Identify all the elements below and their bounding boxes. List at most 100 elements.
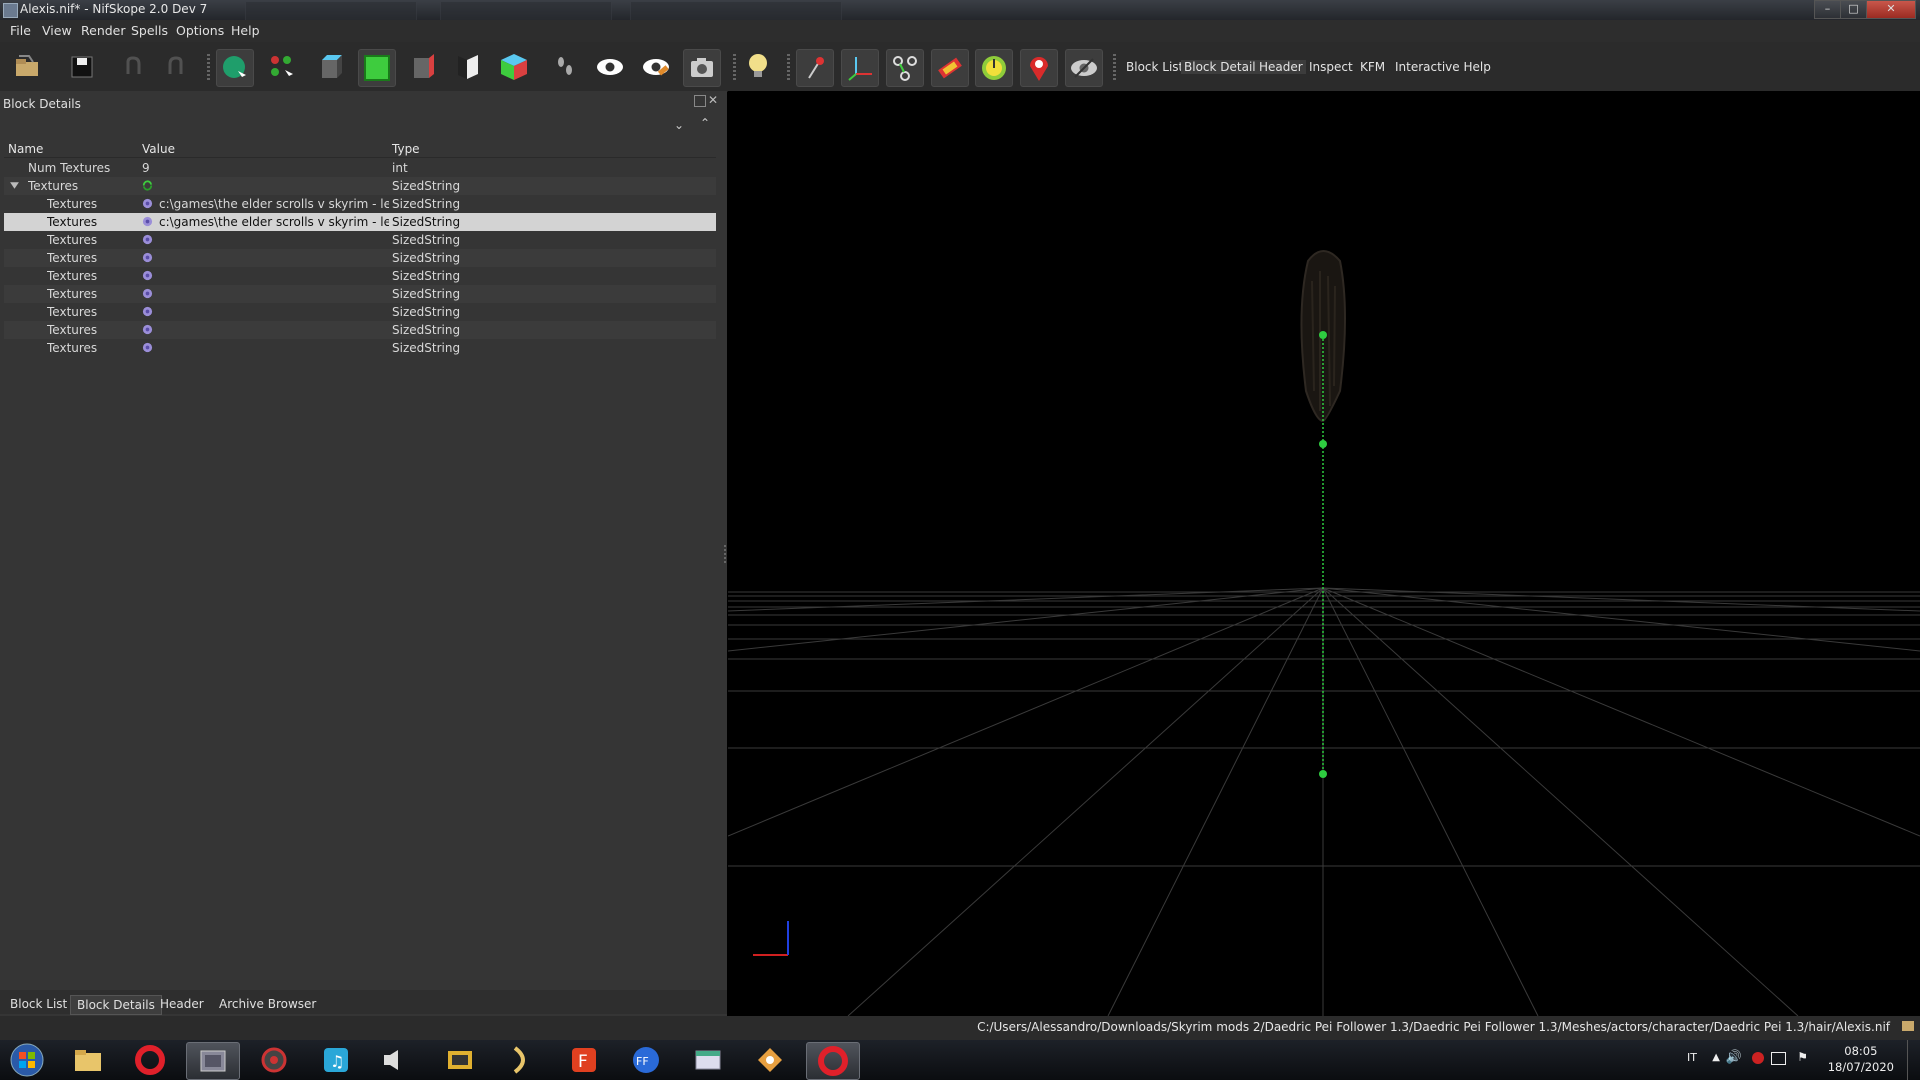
row-name: Textures — [47, 251, 98, 265]
redo-icon[interactable] — [158, 49, 194, 85]
dock-tab-kfm[interactable]: KFM — [1360, 60, 1385, 74]
language-indicator[interactable]: IT — [1687, 1051, 1697, 1064]
system-clock[interactable]: 08:05 18/07/2020 — [1828, 1043, 1894, 1075]
menu-render[interactable]: Render — [81, 23, 126, 38]
open-file-icon[interactable] — [10, 49, 46, 85]
dock-tab-interactive-help[interactable]: Interactive Help — [1395, 60, 1491, 74]
opera-icon[interactable] — [124, 1042, 176, 1078]
window-app-icon[interactable] — [682, 1042, 734, 1078]
background-tab — [630, 1, 842, 20]
row-name: Textures — [47, 197, 98, 211]
row-type: SizedString — [392, 287, 461, 301]
dock-tab-block-list[interactable]: Block List — [1126, 60, 1183, 74]
media-app-icon[interactable] — [434, 1042, 486, 1078]
nifskope-task-icon[interactable] — [186, 1042, 240, 1080]
texture-icon — [142, 234, 153, 245]
show-hidden-icons-icon[interactable]: ▲ — [1712, 1052, 1720, 1063]
close-button[interactable]: ✕ — [1866, 0, 1916, 19]
dock-tab-inspect[interactable]: Inspect — [1309, 60, 1353, 74]
show-nodes-icon[interactable] — [796, 49, 834, 87]
dock-tab-header[interactable]: Header — [1256, 60, 1306, 74]
tab-header[interactable]: Header — [154, 995, 210, 1013]
expand-arrow-icon[interactable] — [9, 180, 20, 191]
music-app-icon[interactable]: ♫ — [310, 1042, 362, 1078]
column-header-name[interactable]: Name — [8, 142, 43, 156]
render-viewport[interactable] — [727, 91, 1920, 1017]
screenshot-icon[interactable] — [683, 49, 721, 87]
column-header-value[interactable]: Value — [142, 142, 175, 156]
tools-app-icon[interactable] — [744, 1042, 796, 1078]
row-type: SizedString — [392, 233, 461, 247]
chevron-up-icon[interactable]: ⌃ — [700, 116, 710, 130]
chevron-down-icon[interactable]: ⌄ — [674, 118, 684, 132]
ffdec-icon[interactable]: FF — [620, 1042, 672, 1078]
lighting-icon[interactable] — [740, 49, 776, 85]
select-object-icon[interactable] — [216, 49, 254, 87]
view-user-icon[interactable] — [496, 49, 532, 85]
save-icon[interactable] — [64, 49, 100, 85]
row-name: Textures — [47, 233, 98, 247]
table-row[interactable]: Textures SizedString — [4, 249, 716, 267]
row-type: SizedString — [392, 323, 461, 337]
dock-tab-block-details[interactable]: Block Details — [1181, 60, 1265, 74]
menu-file[interactable]: File — [10, 23, 31, 38]
splitter-handle[interactable] — [724, 545, 726, 565]
row-name: Textures — [47, 287, 98, 301]
show-havok-icon[interactable] — [931, 49, 969, 87]
table-row[interactable]: Textures c:\games\the elder scrolls v sk… — [4, 195, 716, 213]
show-furniture-icon[interactable] — [975, 49, 1013, 87]
table-row-selected[interactable]: Textures c:\games\the elder scrolls v sk… — [4, 213, 716, 231]
table-row[interactable]: Textures SizedString — [4, 339, 716, 357]
menu-bar: File View Render Spells Options Help — [0, 20, 1920, 42]
volume-icon[interactable]: 🔊 — [1726, 1050, 1742, 1065]
tab-block-details[interactable]: Block Details — [70, 995, 162, 1015]
audio-app-icon[interactable] — [366, 1042, 418, 1078]
row-type: int — [392, 161, 408, 175]
tab-archive-browser[interactable]: Archive Browser — [213, 995, 322, 1013]
float-panel-icon[interactable] — [694, 95, 706, 107]
antivirus-icon[interactable] — [1752, 1052, 1764, 1064]
maximize-button[interactable]: □ — [1840, 0, 1867, 19]
menu-help[interactable]: Help — [231, 23, 260, 38]
hide-geometry-icon[interactable] — [1065, 49, 1103, 87]
minimize-button[interactable]: – — [1814, 0, 1841, 19]
table-row[interactable]: Textures SizedString — [4, 231, 716, 249]
file-explorer-icon[interactable] — [62, 1042, 114, 1078]
menu-spells[interactable]: Spells — [131, 23, 168, 38]
table-row[interactable]: Textures SizedString — [4, 267, 716, 285]
menu-view[interactable]: View — [42, 23, 72, 38]
svg-text:FF: FF — [636, 1055, 649, 1068]
show-hidden-icon[interactable] — [592, 49, 628, 85]
walk-mode-icon[interactable] — [547, 49, 583, 85]
show-markers-icon[interactable] — [638, 49, 674, 85]
menu-options[interactable]: Options — [176, 23, 224, 38]
start-button[interactable] — [4, 1041, 50, 1079]
view-walk-icon[interactable] — [450, 49, 486, 85]
select-vertex-icon[interactable] — [264, 49, 300, 85]
column-header-type[interactable]: Type — [392, 142, 420, 156]
undo-icon[interactable] — [115, 49, 151, 85]
tab-block-list[interactable]: Block List — [4, 995, 73, 1013]
show-axes-icon[interactable] — [841, 49, 879, 87]
row-type: SizedString — [392, 305, 461, 319]
view-side-icon[interactable] — [406, 49, 442, 85]
show-desktop-button[interactable] — [1907, 1040, 1920, 1080]
show-constraints-icon[interactable] — [886, 49, 924, 87]
show-markers-pin-icon[interactable] — [1020, 49, 1058, 87]
table-row[interactable]: Textures SizedString — [4, 177, 716, 195]
view-top-icon[interactable] — [314, 49, 350, 85]
opera-task-icon[interactable] — [806, 1042, 860, 1080]
game-app-icon[interactable] — [248, 1042, 300, 1078]
toolbar-grip — [1113, 54, 1116, 82]
action-center-icon[interactable]: ⚑ — [1797, 1050, 1808, 1064]
close-panel-icon[interactable]: ✕ — [708, 93, 718, 107]
table-row[interactable]: Num Textures 9 int — [4, 159, 716, 177]
clock-date: 18/07/2020 — [1827, 1060, 1894, 1074]
table-row[interactable]: Textures SizedString — [4, 321, 716, 339]
editor-app-icon[interactable] — [496, 1042, 548, 1078]
table-row[interactable]: Textures SizedString — [4, 303, 716, 321]
table-row[interactable]: Textures SizedString — [4, 285, 716, 303]
foxit-icon[interactable]: F — [558, 1042, 610, 1078]
view-front-icon[interactable] — [358, 49, 396, 87]
network-icon[interactable] — [1771, 1052, 1786, 1065]
